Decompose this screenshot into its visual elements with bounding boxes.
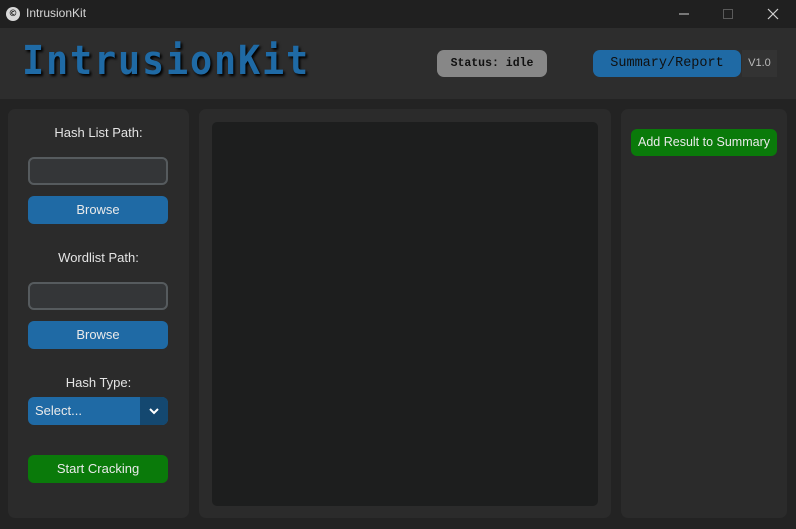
- maximize-icon: [723, 9, 733, 19]
- wordlist-path-label: Wordlist Path:: [58, 250, 139, 265]
- summary-report-button[interactable]: Summary/Report: [593, 50, 741, 77]
- app-window: © IntrusionKit IntrusionKit Status: idle…: [0, 0, 796, 529]
- right-panel: Add Result to Summary: [621, 109, 787, 518]
- maximize-button[interactable]: [705, 0, 751, 28]
- close-button[interactable]: [750, 0, 796, 28]
- app-header: IntrusionKit Status: idle Summary/Report…: [0, 28, 796, 99]
- dropdown-arrow-button[interactable]: [140, 397, 168, 425]
- browse-hash-list-button[interactable]: Browse: [28, 196, 168, 224]
- chevron-down-icon: [149, 408, 159, 415]
- title-bar: © IntrusionKit: [0, 0, 796, 28]
- start-cracking-button[interactable]: Start Cracking: [28, 455, 168, 483]
- status-badge: Status: idle: [437, 50, 547, 77]
- hash-list-path-label: Hash List Path:: [54, 125, 143, 140]
- version-label: V1.0: [742, 50, 777, 77]
- app-logo-icon: ©: [6, 7, 20, 21]
- center-panel: [199, 109, 611, 518]
- wordlist-path-input[interactable]: [28, 282, 168, 310]
- left-panel: Hash List Path: Browse Wordlist Path: Br…: [8, 109, 189, 518]
- add-result-to-summary-button[interactable]: Add Result to Summary: [631, 129, 777, 156]
- hash-type-label: Hash Type:: [65, 375, 132, 390]
- hash-list-path-input[interactable]: [28, 157, 168, 185]
- minimize-icon: [679, 13, 689, 15]
- minimize-button[interactable]: [661, 0, 707, 28]
- app-logo-text: IntrusionKit: [22, 38, 310, 84]
- window-title: IntrusionKit: [26, 6, 87, 20]
- output-textbox[interactable]: [212, 122, 598, 506]
- hash-type-selected-value: Select...: [35, 403, 82, 418]
- hash-type-dropdown[interactable]: Select...: [28, 397, 168, 425]
- browse-wordlist-button[interactable]: Browse: [28, 321, 168, 349]
- close-icon: [767, 8, 779, 20]
